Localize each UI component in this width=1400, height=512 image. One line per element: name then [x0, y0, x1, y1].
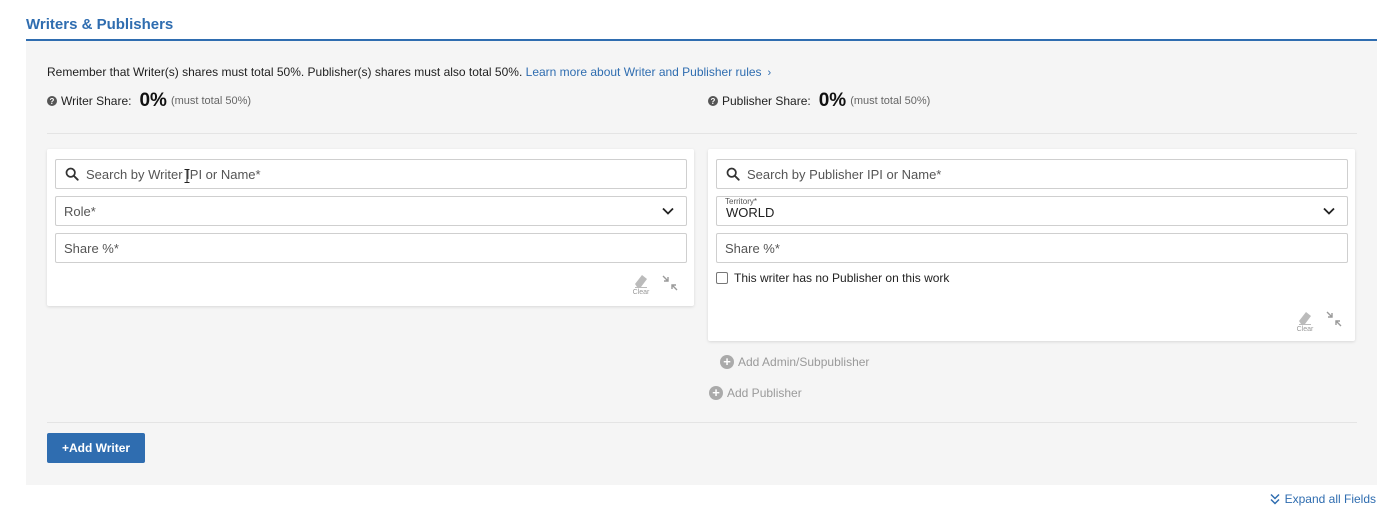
publisher-share-summary: ? Publisher Share: 0% (must total 50%)	[708, 90, 930, 112]
publisher-share-input[interactable]: Share %*	[716, 233, 1348, 263]
help-icon[interactable]: ?	[708, 96, 718, 106]
no-publisher-label: This writer has no Publisher on this wor…	[734, 271, 950, 285]
eraser-icon	[635, 275, 647, 288]
territory-label: Territory*	[725, 197, 758, 206]
chevron-down-icon	[662, 207, 674, 215]
publisher-share-placeholder: Share %*	[725, 240, 780, 256]
no-publisher-checkbox-row[interactable]: This writer has no Publisher on this wor…	[716, 271, 949, 285]
expand-all-fields-link[interactable]: Expand all Fields	[1270, 492, 1376, 506]
search-icon	[65, 167, 79, 181]
add-writer-button[interactable]: +Add Writer	[47, 433, 145, 463]
writer-share-hint: (must total 50%)	[170, 95, 252, 107]
help-icon[interactable]: ?	[47, 96, 57, 106]
publisher-share-value: 0%	[818, 90, 847, 111]
writer-clear-label: Clear	[632, 289, 650, 296]
expand-all-label: Expand all Fields	[1284, 492, 1376, 506]
add-publisher-link[interactable]: + Add Publisher	[709, 386, 802, 400]
add-publisher-label: Add Publisher	[727, 386, 802, 400]
publisher-search-placeholder: Search by Publisher IPI or Name*	[747, 166, 942, 182]
collapse-icon	[1326, 311, 1342, 327]
writer-role-select[interactable]: Role*	[55, 196, 687, 226]
writer-share-label: Writer Share:	[61, 94, 132, 108]
publisher-share-label: Publisher Share:	[722, 94, 811, 108]
notice-text: Remember that Writer(s) shares must tota…	[47, 65, 523, 79]
top-divider	[47, 133, 1357, 134]
no-publisher-checkbox[interactable]	[716, 272, 728, 284]
writer-collapse-button[interactable]	[661, 274, 679, 292]
writer-share-placeholder: Share %*	[64, 240, 119, 256]
publisher-search-input[interactable]: Search by Publisher IPI or Name*	[716, 159, 1348, 189]
chevron-down-icon	[1323, 207, 1335, 215]
plus-circle-icon: +	[709, 386, 723, 400]
learn-more-link[interactable]: Learn more about Writer and Publisher ru…	[526, 65, 762, 79]
writer-share-input[interactable]: Share %*	[55, 233, 687, 263]
writer-search-placeholder: Search by Writer IPI or Name*	[86, 166, 261, 182]
territory-select[interactable]: Territory* WORLD	[716, 196, 1348, 226]
plus-circle-icon: +	[720, 355, 734, 369]
publisher-clear-label: Clear	[1296, 326, 1314, 333]
add-admin-label: Add Admin/Subpublisher	[738, 355, 870, 369]
writer-share-value: 0%	[139, 90, 167, 111]
double-chevron-down-icon	[1270, 493, 1280, 505]
add-admin-subpublisher-link[interactable]: + Add Admin/Subpublisher	[720, 355, 869, 369]
writer-clear-button[interactable]: Clear	[632, 273, 650, 296]
publisher-collapse-button[interactable]	[1325, 310, 1343, 328]
publisher-share-hint: (must total 50%)	[850, 95, 931, 107]
publisher-clear-button[interactable]: Clear	[1296, 310, 1314, 333]
share-rules-notice: Remember that Writer(s) shares must tota…	[47, 65, 771, 79]
bottom-divider	[47, 422, 1357, 423]
text-cursor-icon	[184, 169, 190, 183]
writer-role-placeholder: Role*	[64, 203, 96, 219]
writer-share-summary: ? Writer Share: 0% (must total 50%)	[47, 90, 251, 112]
collapse-icon	[662, 275, 678, 291]
section-title: Writers & Publishers	[26, 16, 174, 33]
search-icon	[726, 167, 740, 181]
learn-more-chevron-icon[interactable]: ›	[768, 67, 772, 79]
eraser-icon	[1299, 312, 1311, 325]
writer-search-input[interactable]: Search by Writer IPI or Name*	[55, 159, 687, 189]
territory-value: WORLD	[726, 204, 775, 220]
